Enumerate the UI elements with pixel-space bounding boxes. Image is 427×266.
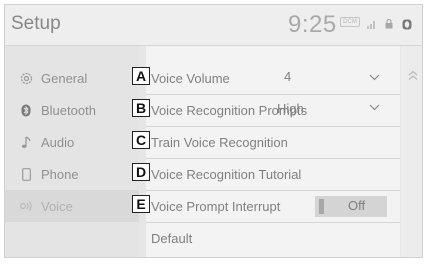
clock: 9:25 (288, 11, 337, 38)
sidebar-item-general[interactable]: General (5, 62, 139, 94)
setting-label: Default (151, 230, 193, 246)
chevron-down-icon[interactable] (369, 74, 380, 81)
lock-icon (385, 19, 393, 29)
setting-label: Train Voice Recognition (151, 134, 288, 150)
sidebar-item-voice[interactable]: Voice (5, 190, 139, 222)
sidebar: General Bluetooth Audio Phone Voice (5, 46, 139, 257)
brand-icon (402, 19, 412, 30)
toggle-knob (319, 199, 324, 214)
chevron-down-icon[interactable] (369, 104, 380, 111)
default-button[interactable]: Default (146, 222, 400, 254)
setting-voice-volume[interactable]: Voice Volume 4 (146, 62, 400, 95)
setup-screen: Setup 9:25 DCM General Bluetooth Audio P… (4, 4, 423, 258)
music-note-icon (15, 135, 37, 149)
setting-value: High (277, 101, 304, 116)
page-title: Setup (11, 13, 61, 34)
header-bar: Setup 9:25 DCM (5, 5, 422, 46)
setting-value: 4 (284, 69, 292, 84)
sidebar-item-phone[interactable]: Phone (5, 158, 139, 190)
setting-voice-recognition-prompts[interactable]: Voice Recognition Prompts High (146, 94, 400, 127)
callout-marker-d: D (132, 163, 150, 181)
signal-icon (367, 21, 375, 29)
callout-marker-b: B (132, 99, 150, 117)
voice-icon (15, 200, 37, 212)
setting-voice-prompt-interrupt[interactable]: Voice Prompt Interrupt Off (146, 190, 400, 223)
interrupt-toggle[interactable]: Off (315, 196, 387, 217)
settings-list: Voice Volume 4 Voice Recognition Prompts… (146, 46, 400, 257)
setting-label: Voice Prompt Interrupt (151, 198, 281, 214)
bluetooth-icon (15, 104, 37, 117)
scroll-up-icon[interactable] (407, 70, 419, 82)
callout-marker-e: E (132, 195, 150, 213)
sidebar-item-label: Voice (41, 198, 73, 214)
setting-train-voice-recognition[interactable]: Train Voice Recognition (146, 126, 400, 159)
gear-icon (15, 72, 37, 85)
setting-voice-recognition-tutorial[interactable]: Voice Recognition Tutorial (146, 158, 400, 191)
setting-label: Voice Recognition Tutorial (151, 166, 302, 182)
callout-marker-a: A (132, 67, 150, 85)
setting-label: Voice Volume (151, 70, 230, 86)
callout-marker-c: C (132, 131, 150, 149)
status-badge: DCM (340, 17, 360, 27)
sidebar-item-label: Audio (41, 134, 75, 150)
sidebar-item-label: Phone (41, 166, 79, 182)
scrollbar[interactable] (401, 46, 422, 257)
toggle-value: Off (348, 198, 366, 213)
sidebar-item-label: Bluetooth (41, 102, 96, 118)
phone-icon (15, 167, 37, 181)
sidebar-item-bluetooth[interactable]: Bluetooth (5, 94, 139, 126)
sidebar-item-audio[interactable]: Audio (5, 126, 139, 158)
sidebar-item-label: General (41, 70, 88, 86)
